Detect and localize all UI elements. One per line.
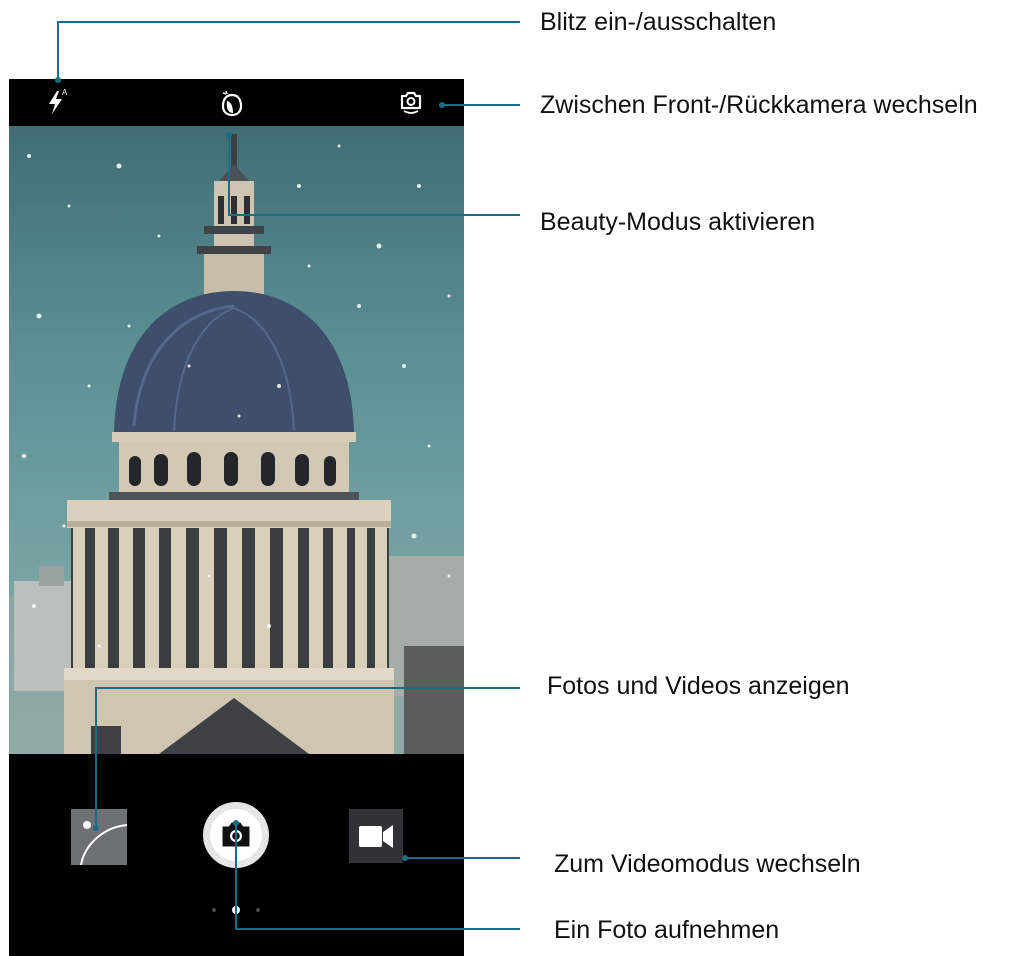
callout-lines: [55, 21, 520, 930]
callout-flash: Blitz ein-/ausschalten: [540, 8, 777, 36]
callout-video-mode: Zum Videomodus wechseln: [554, 850, 861, 878]
callout-shutter: Ein Foto aufnehmen: [554, 916, 780, 944]
callout-switch-camera: Zwischen Front-/Rückkamera wechseln: [540, 91, 978, 119]
callout-beauty: Beauty-Modus aktivieren: [540, 208, 816, 236]
callout-gallery: Fotos und Videos anzeigen: [547, 672, 850, 700]
